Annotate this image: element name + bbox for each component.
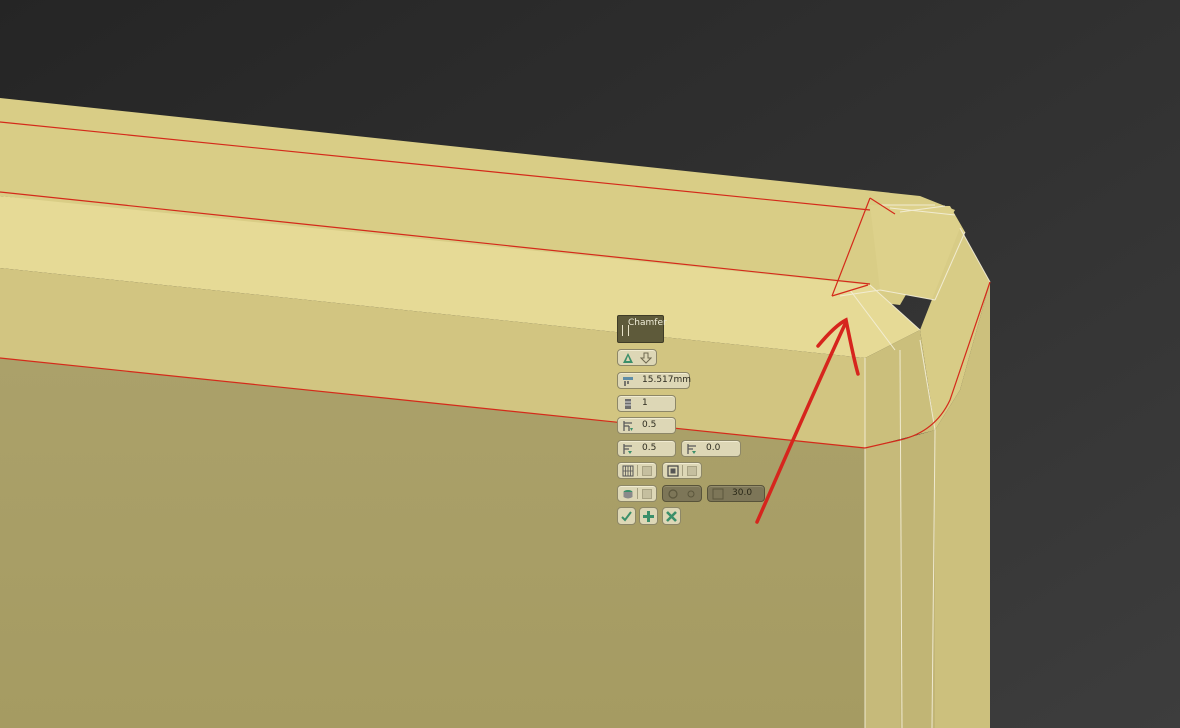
smooth-mode-field[interactable] [662, 485, 702, 502]
separator [682, 465, 683, 476]
smoothing-icon [623, 490, 633, 499]
angle-icon [712, 488, 724, 500]
tension-icon [623, 421, 633, 431]
checkbox[interactable] [687, 466, 697, 476]
smooth-mode-icon [668, 489, 678, 499]
segments-field[interactable]: 1 [617, 395, 676, 412]
depth-field[interactable]: 0.5 [617, 440, 676, 457]
checkbox[interactable] [642, 466, 652, 476]
end-bias-icon [687, 444, 696, 454]
smooth-angle-value: 30.0 [732, 488, 753, 498]
chamfer-type-icon [623, 353, 633, 363]
segments-icon [625, 399, 631, 409]
check-icon [621, 511, 632, 522]
caddy-title-bar[interactable]: Chamfer [617, 315, 667, 343]
inset-grid-icon [667, 465, 679, 477]
smooth-toggle[interactable] [617, 485, 657, 502]
depth-value: 0.5 [642, 443, 657, 453]
grid-icon [622, 465, 634, 477]
mesh-face-side-1 [865, 440, 900, 728]
chamfer-caddy[interactable]: Chamfer 15.517mm 1 0.5 0.5 0.0 30.0 [617, 315, 777, 530]
smooth-angle-field[interactable]: 30.0 [707, 485, 765, 502]
amount-icon [623, 377, 633, 386]
depth-icon [623, 444, 632, 454]
apply-button[interactable] [639, 507, 658, 525]
x-icon [666, 511, 677, 522]
3d-viewport[interactable] [0, 0, 1180, 728]
ok-button[interactable] [617, 507, 636, 525]
tension-value: 0.5 [642, 420, 657, 430]
smooth-mode-dropdown-icon [687, 490, 695, 498]
cancel-button[interactable] [662, 507, 681, 525]
plus-icon [643, 511, 654, 522]
dropdown-arrow-icon [640, 352, 652, 364]
amount-value: 15.517mm [642, 375, 692, 385]
amount-field[interactable]: 15.517mm [617, 372, 692, 389]
inset-toggle[interactable] [662, 462, 702, 479]
end-bias-field[interactable]: 0.0 [681, 440, 741, 457]
segments-value: 1 [642, 398, 648, 408]
separator [637, 465, 638, 476]
caddy-title: Chamfer [628, 318, 667, 328]
end-bias-value: 0.0 [706, 443, 721, 453]
quad-intersect-toggle[interactable] [617, 462, 657, 479]
chamfer-type-field[interactable] [617, 349, 657, 366]
checkbox[interactable] [642, 489, 652, 499]
tension-field[interactable]: 0.5 [617, 417, 676, 434]
mesh-face-side-2 [900, 430, 935, 728]
separator [637, 488, 638, 499]
viewport-canvas[interactable] [0, 0, 1180, 728]
